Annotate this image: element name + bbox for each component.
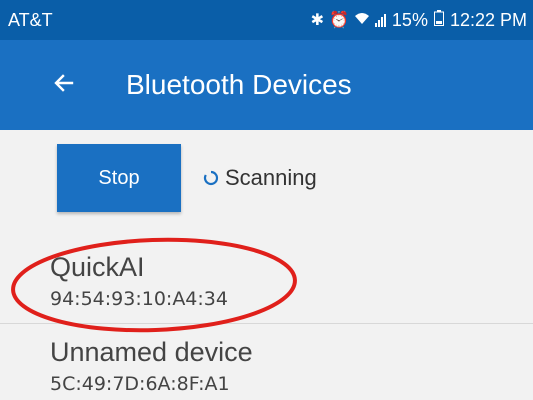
- status-icons: ✱ ⏰: [311, 10, 386, 30]
- device-list-item[interactable]: QuickAI 94:54:93:10:A4:34: [0, 240, 533, 324]
- device-address: 94:54:93:10:A4:34: [50, 288, 228, 310]
- scanning-label: Scanning: [225, 165, 317, 190]
- stop-button[interactable]: Stop: [57, 144, 181, 212]
- page-title: Bluetooth Devices: [126, 69, 352, 100]
- signal-icon: [374, 13, 386, 27]
- device-list-item[interactable]: Unnamed device 5C:49:7D:6A:8F:A1: [0, 325, 533, 400]
- bluetooth-icon: ✱: [310, 12, 324, 29]
- clock: 12:22 PM: [449, 9, 527, 30]
- battery-percent: 15%: [391, 9, 428, 30]
- scanning-status: Scanning: [203, 165, 317, 191]
- device-address: 5C:49:7D:6A:8F:A1: [50, 373, 230, 395]
- wifi-icon: [354, 11, 370, 30]
- device-name: Unnamed device: [50, 337, 253, 367]
- spinner-icon: [203, 170, 219, 186]
- device-name: QuickAI: [50, 252, 145, 282]
- carrier-label: AT&T: [8, 9, 53, 30]
- status-right: ✱ ⏰ 15% 12:22 PM: [311, 9, 527, 31]
- battery-icon: [433, 9, 444, 31]
- back-button[interactable]: [40, 61, 88, 109]
- alarm-icon: ⏰: [329, 12, 349, 29]
- scan-controls: Stop Scanning: [57, 144, 317, 212]
- arrow-left-icon: [52, 71, 76, 100]
- status-bar: AT&T ✱ ⏰ 15% 12:22 PM: [0, 0, 533, 40]
- app-bar: Bluetooth Devices: [0, 40, 533, 130]
